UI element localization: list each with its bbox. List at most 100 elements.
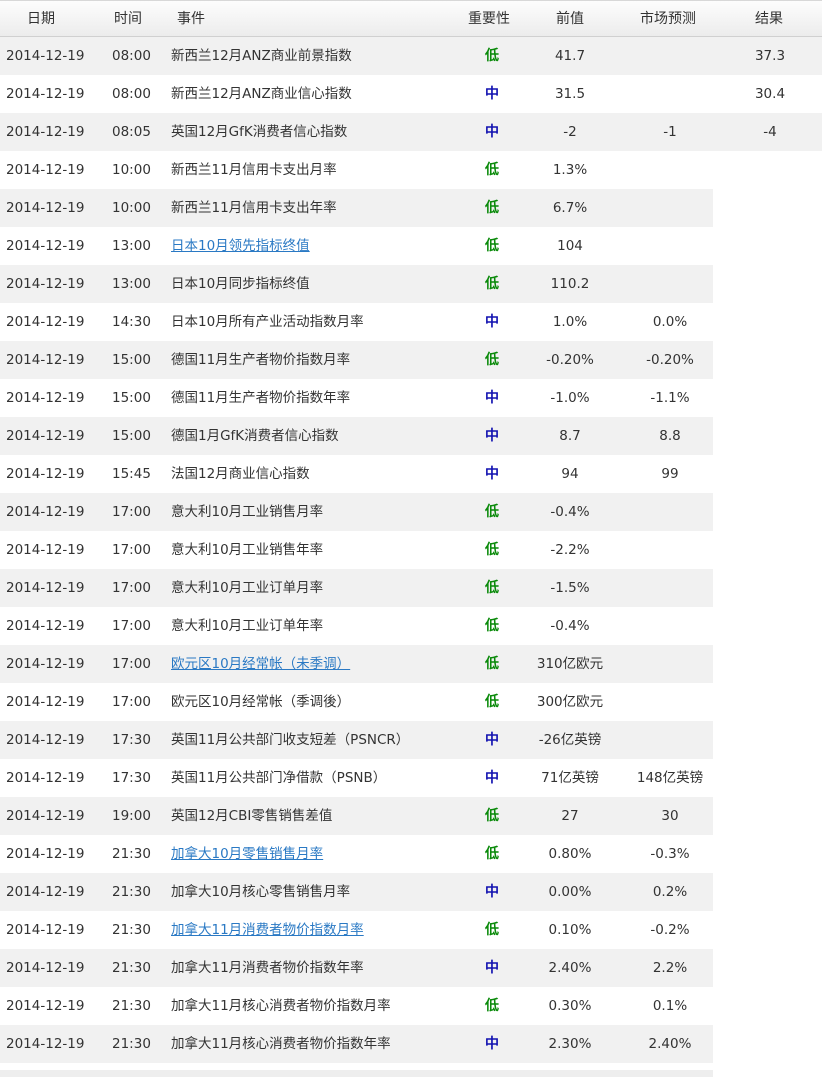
row-time: 21:30	[112, 922, 151, 938]
table-row: 2014-12-19 17:00 意大利10月工业销售年率 低 -2.2%	[0, 531, 713, 569]
row-result	[730, 683, 810, 721]
row-time: 15:00	[112, 390, 151, 406]
table-row: 2014-12-19 15:45 法国12月商业信心指数 中 94 99	[0, 455, 713, 493]
importance-badge: 低	[485, 48, 499, 64]
row-date: 2014-12-19	[6, 1036, 85, 1052]
row-time: 17:00	[112, 580, 151, 596]
row-event: 加拿大11月消费者物价指数年率	[171, 960, 364, 976]
row-previous: 31.5	[554, 86, 586, 102]
row-forecast: -1.1%	[650, 390, 690, 406]
importance-badge: 低	[485, 694, 499, 710]
row-previous: -1.0%	[550, 390, 590, 406]
event-link[interactable]: 日本10月领先指标终值	[171, 238, 310, 254]
table-row: 2014-12-19 17:00 欧元区10月经常帐（季调後） 低 300亿欧元	[0, 683, 713, 721]
row-event: 新西兰11月信用卡支出年率	[171, 200, 337, 216]
table-row: 2014-12-19 21:30 加拿大10月零售销售月率 低 0.80% -0.3%	[0, 835, 713, 873]
row-previous: 94	[561, 466, 579, 482]
row-date: 2014-12-19	[6, 352, 85, 368]
row-result: 30.4	[754, 86, 786, 102]
row-event[interactable]: 加拿大10月零售销售月率	[171, 835, 323, 873]
row-date: 2014-12-19	[6, 922, 85, 938]
row-time: 10:00	[112, 200, 151, 216]
header-time: 时间	[114, 11, 142, 27]
row-event[interactable]: 加拿大11月消费者物价指数月率	[171, 911, 364, 949]
header-importance: 重要性	[468, 11, 510, 27]
importance-badge: 中	[485, 960, 499, 976]
row-previous: 27	[561, 808, 579, 824]
row-event: 加拿大10月核心零售销售月率	[171, 884, 351, 900]
row-forecast: 2.2%	[652, 960, 688, 976]
header-result: 结果	[755, 11, 783, 27]
row-result	[730, 835, 810, 873]
row-previous: 1.0%	[552, 314, 588, 330]
row-result: -4	[763, 124, 777, 140]
row-time: 13:00	[112, 238, 151, 254]
row-date: 2014-12-19	[6, 314, 85, 330]
table-row: 2014-12-19 21:30 加拿大10月核心零售销售月率 中 0.00% 0.2%	[0, 873, 713, 911]
event-link[interactable]: 加拿大10月零售销售月率	[171, 846, 323, 862]
table-row: 2014-12-19 17:00 意大利10月工业销售月率 低 -0.4%	[0, 493, 713, 531]
row-event: 德国11月生产者物价指数月率	[171, 352, 351, 368]
row-time: 14:30	[112, 314, 151, 330]
row-result	[730, 797, 810, 835]
row-forecast	[628, 75, 712, 113]
row-forecast	[628, 645, 712, 683]
row-event[interactable]: 欧元区10月经常帐（未季调）	[171, 645, 350, 683]
row-event: 加拿大11月核心消费者物价指数年率	[171, 1036, 391, 1052]
row-time: 21:30	[112, 884, 151, 900]
row-time: 17:00	[112, 694, 151, 710]
row-result	[730, 417, 810, 455]
row-previous: 300亿欧元	[536, 694, 604, 710]
row-date: 2014-12-19	[6, 276, 85, 292]
row-forecast: -1	[663, 124, 677, 140]
row-forecast	[628, 151, 712, 189]
event-link[interactable]: 加拿大11月消费者物价指数月率	[171, 922, 364, 938]
row-result	[730, 873, 810, 911]
importance-badge: 低	[485, 922, 499, 938]
row-time: 15:45	[112, 466, 151, 482]
row-previous: 71亿英镑	[541, 770, 599, 786]
row-time: 21:30	[112, 846, 151, 862]
event-link[interactable]: 欧元区10月经常帐（未季调）	[171, 656, 350, 672]
row-result	[730, 607, 810, 645]
row-forecast	[628, 227, 712, 265]
row-date: 2014-12-19	[6, 694, 85, 710]
row-time: 21:30	[112, 998, 151, 1014]
row-previous: -0.4%	[550, 618, 590, 634]
row-forecast	[628, 37, 712, 75]
row-time: 13:00	[112, 276, 151, 292]
row-forecast: -0.20%	[646, 352, 694, 368]
row-date: 2014-12-19	[6, 124, 85, 140]
row-event[interactable]: 日本10月领先指标终值	[171, 227, 310, 265]
table-row: 2014-12-19 13:00 日本10月同步指标终值 低 110.2	[0, 265, 713, 303]
row-time: 15:00	[112, 352, 151, 368]
row-date: 2014-12-19	[6, 162, 85, 178]
row-result	[730, 265, 810, 303]
row-time: 21:30	[112, 1036, 151, 1052]
row-forecast: -0.2%	[650, 922, 690, 938]
row-previous: 8.7	[559, 428, 581, 444]
row-date: 2014-12-19	[6, 466, 85, 482]
row-event: 意大利10月工业订单月率	[171, 580, 324, 596]
row-event: 意大利10月工业销售年率	[171, 542, 324, 558]
importance-badge: 低	[485, 352, 499, 368]
importance-badge: 低	[485, 162, 499, 178]
importance-badge: 中	[485, 466, 499, 482]
row-date: 2014-12-19	[6, 200, 85, 216]
row-time: 15:00	[112, 428, 151, 444]
row-event: 德国11月生产者物价指数年率	[171, 390, 351, 406]
row-event: 英国12月CBI零售销售差值	[171, 808, 333, 824]
row-result: 37.3	[754, 48, 786, 64]
row-forecast: 0.1%	[652, 998, 688, 1014]
row-date: 2014-12-19	[6, 770, 85, 786]
table-row: 2014-12-19 15:00 德国11月生产者物价指数年率 中 -1.0% -1.1%	[0, 379, 713, 417]
row-previous: 2.40%	[548, 960, 592, 976]
row-time: 21:30	[112, 960, 151, 976]
importance-badge: 低	[485, 276, 499, 292]
row-result	[730, 759, 810, 797]
table-row: 2014-12-19 08:05 英国12月GfK消费者信心指数 中 -2 -1 -4	[0, 113, 822, 151]
row-previous: 1.3%	[552, 162, 588, 178]
row-previous: 2.30%	[548, 1036, 592, 1052]
row-date: 2014-12-19	[6, 846, 85, 862]
row-time: 08:00	[112, 48, 151, 64]
